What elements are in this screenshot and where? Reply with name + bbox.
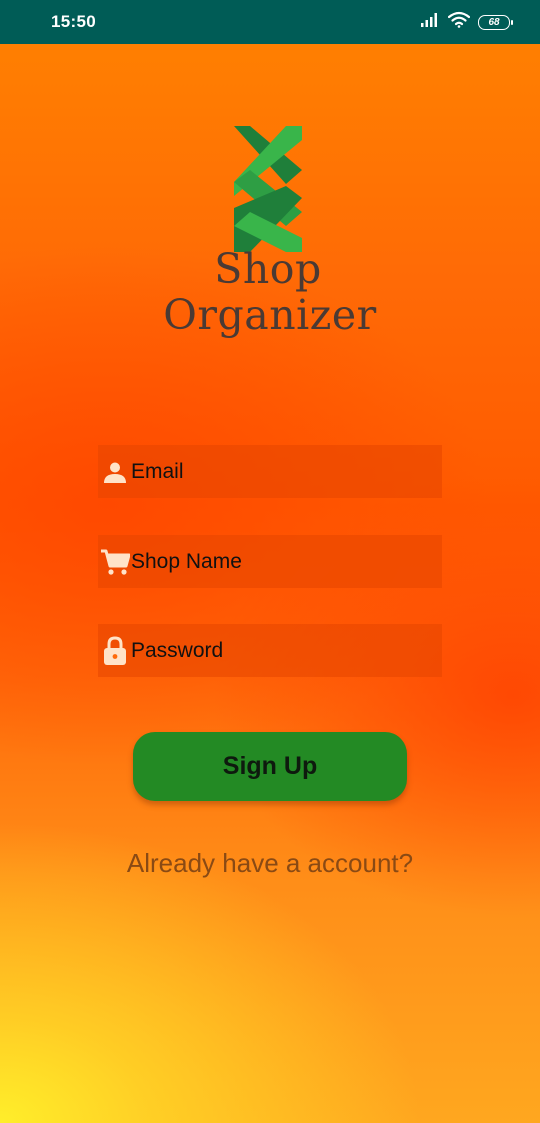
password-label: Password xyxy=(131,639,224,662)
logo-text-line1: Shop xyxy=(214,245,322,293)
status-bar: 15:50 68 xyxy=(0,0,540,44)
status-icons: 68 xyxy=(420,11,513,33)
email-field[interactable]: Email xyxy=(98,445,442,498)
shop-organizer-logo-icon xyxy=(232,126,304,257)
shop-name-field[interactable]: Shop Name xyxy=(98,535,442,588)
battery-level: 68 xyxy=(488,16,500,28)
wifi-icon xyxy=(447,11,471,33)
logo-text-line2: Organizer xyxy=(163,291,377,339)
shop-name-label: Shop Name xyxy=(131,550,242,573)
cart-icon xyxy=(99,546,131,578)
person-icon xyxy=(99,456,131,488)
signal-icon xyxy=(420,12,440,33)
already-have-account-link[interactable]: Already have a account? xyxy=(0,848,540,879)
app-logo: Shop Organizer xyxy=(150,120,390,360)
battery-icon: 68 xyxy=(478,14,513,30)
logo-wordmark: Shop Organizer xyxy=(150,246,390,338)
email-label: Email xyxy=(131,460,184,483)
password-field[interactable]: Password xyxy=(98,624,442,677)
lock-icon xyxy=(99,635,131,667)
status-time: 15:50 xyxy=(51,12,96,31)
sign-up-button[interactable]: Sign Up xyxy=(133,732,407,801)
